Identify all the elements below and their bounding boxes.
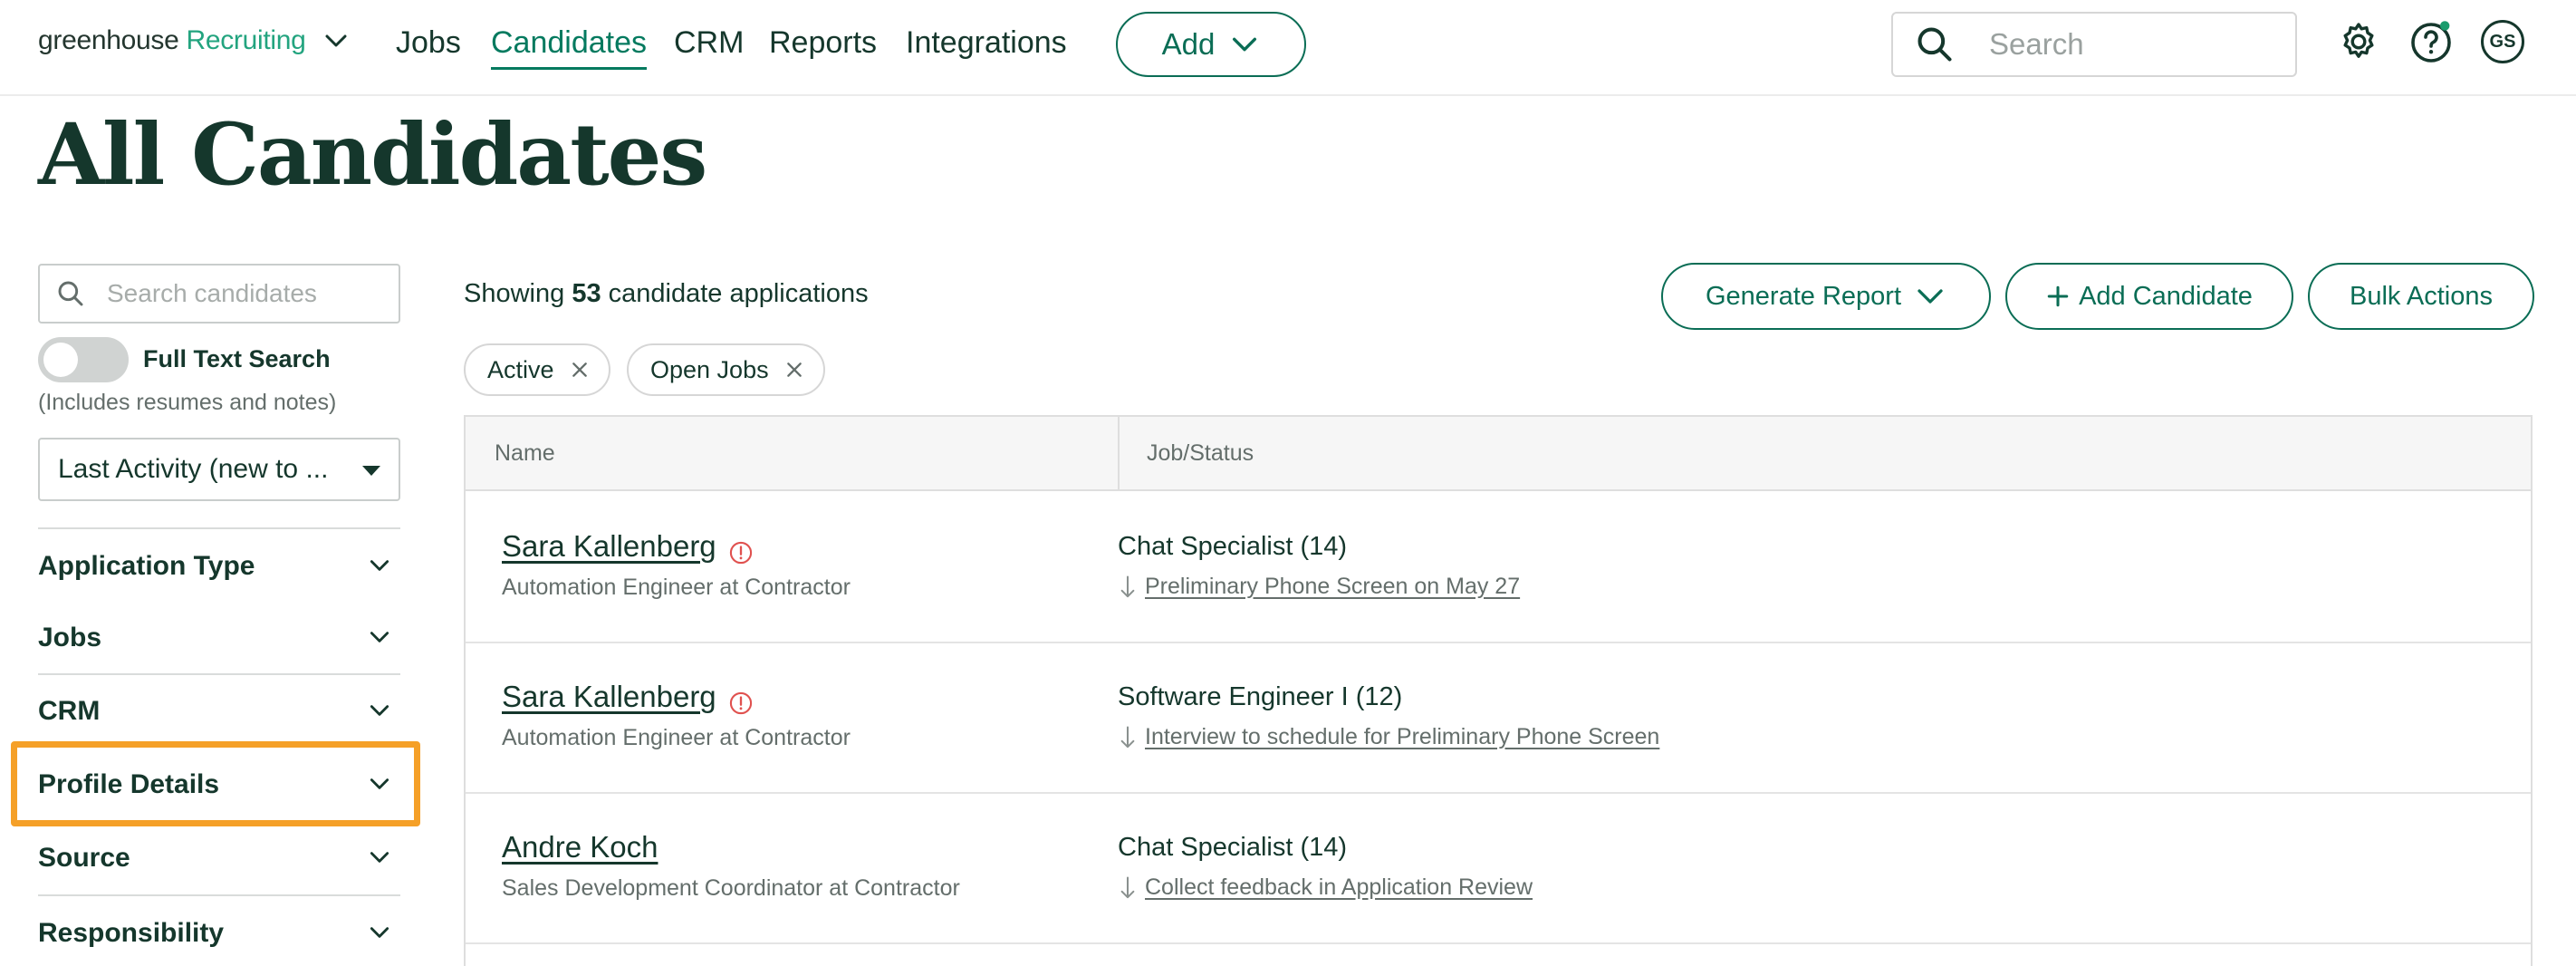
chevron-down-icon (370, 560, 389, 571)
candidate-name-link[interactable]: Andre Koch (502, 830, 658, 865)
full-text-search-note: (Includes resumes and notes) (38, 390, 337, 415)
nav-link-crm[interactable]: CRM (674, 25, 744, 61)
column-divider (1118, 417, 1120, 491)
row-divider (466, 942, 2531, 944)
column-header-name[interactable]: Name (495, 440, 555, 467)
chevron-down-icon (370, 705, 389, 716)
nav-link-candidates[interactable]: Candidates (491, 25, 648, 70)
close-icon[interactable] (571, 361, 589, 379)
arrow-down-icon (1120, 726, 1135, 749)
job-title: Chat Specialist (14) (1118, 833, 1348, 862)
top-navigation: greenhouse Recruiting Jobs Candidates CR… (0, 0, 2576, 96)
chip-label: Open Jobs (650, 355, 769, 383)
caret-down-icon (362, 466, 380, 476)
toggle-knob (43, 343, 78, 377)
alert-icon (729, 691, 753, 715)
chevron-down-icon (325, 34, 347, 47)
settings-gear-icon[interactable] (2337, 20, 2380, 63)
chevron-down-icon (370, 852, 389, 863)
job-title: Chat Specialist (14) (1118, 532, 1348, 561)
generate-report-button[interactable]: Generate Report (1661, 263, 1991, 330)
results-count: 53 (572, 279, 601, 308)
logo-word-greenhouse: greenhouse (38, 25, 179, 55)
sort-order-value: Last Activity (new to ... (58, 454, 329, 484)
candidate-subtitle: Automation Engineer at Contractor (502, 575, 851, 600)
add-button-label: Add (1161, 27, 1216, 61)
global-search-input[interactable]: Search (1891, 12, 2297, 77)
filter-label: CRM (38, 696, 101, 726)
table-row: Sara Kallenberg Automation Engineer at C… (466, 493, 2531, 643)
candidate-subtitle: Sales Development Coordinator at Contrac… (502, 875, 960, 901)
candidates-table: Name Job/Status Sara Kallenberg Automati… (464, 415, 2533, 966)
showing-suffix: candidate applications (608, 279, 869, 308)
filter-label: Responsibility (38, 918, 225, 948)
filter-label: Jobs (38, 623, 102, 652)
app-logo-switcher[interactable]: greenhouse Recruiting (38, 20, 350, 62)
candidate-name-link[interactable]: Sara Kallenberg (502, 529, 716, 564)
filter-responsibility[interactable]: Responsibility (38, 894, 400, 966)
filter-application-type[interactable]: Application Type (38, 527, 400, 600)
table-header: Name Job/Status (466, 417, 2531, 491)
showing-prefix: Showing (464, 279, 565, 308)
global-search-placeholder: Search (1989, 27, 2084, 61)
application-stage-link[interactable]: Preliminary Phone Screen on May 27 (1145, 574, 1520, 600)
bulk-actions-label: Bulk Actions (2350, 281, 2493, 311)
filter-crm[interactable]: CRM (38, 674, 400, 747)
arrow-down-icon (1120, 876, 1135, 899)
filter-source[interactable]: Source (38, 821, 400, 894)
application-stage-link[interactable]: Interview to schedule for Preliminary Ph… (1145, 724, 1659, 750)
chip-label: Active (487, 355, 554, 383)
filter-divider (38, 894, 400, 896)
highlight-box-profile-details (11, 741, 420, 826)
search-candidates-placeholder: Search candidates (107, 279, 317, 307)
search-candidates-input[interactable]: Search candidates (38, 264, 400, 324)
logo-word-recruiting: Recruiting (186, 25, 306, 55)
chevron-down-icon (370, 927, 389, 938)
filter-chip-open-jobs[interactable]: Open Jobs (627, 343, 825, 396)
sort-order-select[interactable]: Last Activity (new to ... (38, 438, 400, 501)
user-avatar[interactable]: GS (2481, 20, 2524, 63)
job-title: Software Engineer I (12) (1118, 682, 1403, 711)
add-candidate-label: Add Candidate (2079, 281, 2253, 311)
add-menu-button[interactable]: Add (1116, 12, 1306, 77)
arrow-down-icon (1120, 575, 1135, 598)
filter-chip-active[interactable]: Active (464, 343, 610, 396)
chevron-down-icon (1918, 289, 1943, 304)
search-icon (1918, 27, 1952, 62)
filter-label: Source (38, 843, 130, 873)
chevron-down-icon (370, 632, 389, 642)
candidate-subtitle: Automation Engineer at Contractor (502, 725, 851, 750)
help-question-icon[interactable] (2409, 20, 2453, 63)
full-text-search-toggle[interactable] (38, 337, 129, 382)
alert-icon (729, 541, 753, 565)
column-header-job-status[interactable]: Job/Status (1147, 440, 1254, 467)
full-text-search-label: Full Text Search (143, 345, 331, 372)
close-icon[interactable] (785, 361, 803, 379)
nav-link-jobs[interactable]: Jobs (396, 25, 461, 61)
page-title: All Candidates (38, 105, 707, 205)
plus-icon (2047, 285, 2069, 307)
application-stage-link[interactable]: Collect feedback in Application Review (1145, 874, 1533, 901)
filter-jobs[interactable]: Jobs (38, 601, 400, 673)
notification-dot-icon (2440, 21, 2450, 31)
filter-divider (38, 673, 400, 675)
search-icon (58, 281, 83, 306)
filter-label: Application Type (38, 551, 255, 581)
nav-link-reports[interactable]: Reports (769, 25, 877, 61)
candidate-name-link[interactable]: Sara Kallenberg (502, 680, 716, 714)
table-row: Andre Koch Sales Development Coordinator… (466, 794, 2531, 944)
chevron-down-icon (1233, 37, 1257, 52)
results-count-text: Showing 53 candidate applications (464, 279, 869, 309)
nav-link-integrations[interactable]: Integrations (906, 25, 1067, 61)
table-row: Sara Kallenberg Automation Engineer at C… (466, 643, 2531, 794)
bulk-actions-button[interactable]: Bulk Actions (2308, 263, 2534, 330)
add-candidate-button[interactable]: Add Candidate (2005, 263, 2293, 330)
generate-report-label: Generate Report (1705, 281, 1901, 311)
